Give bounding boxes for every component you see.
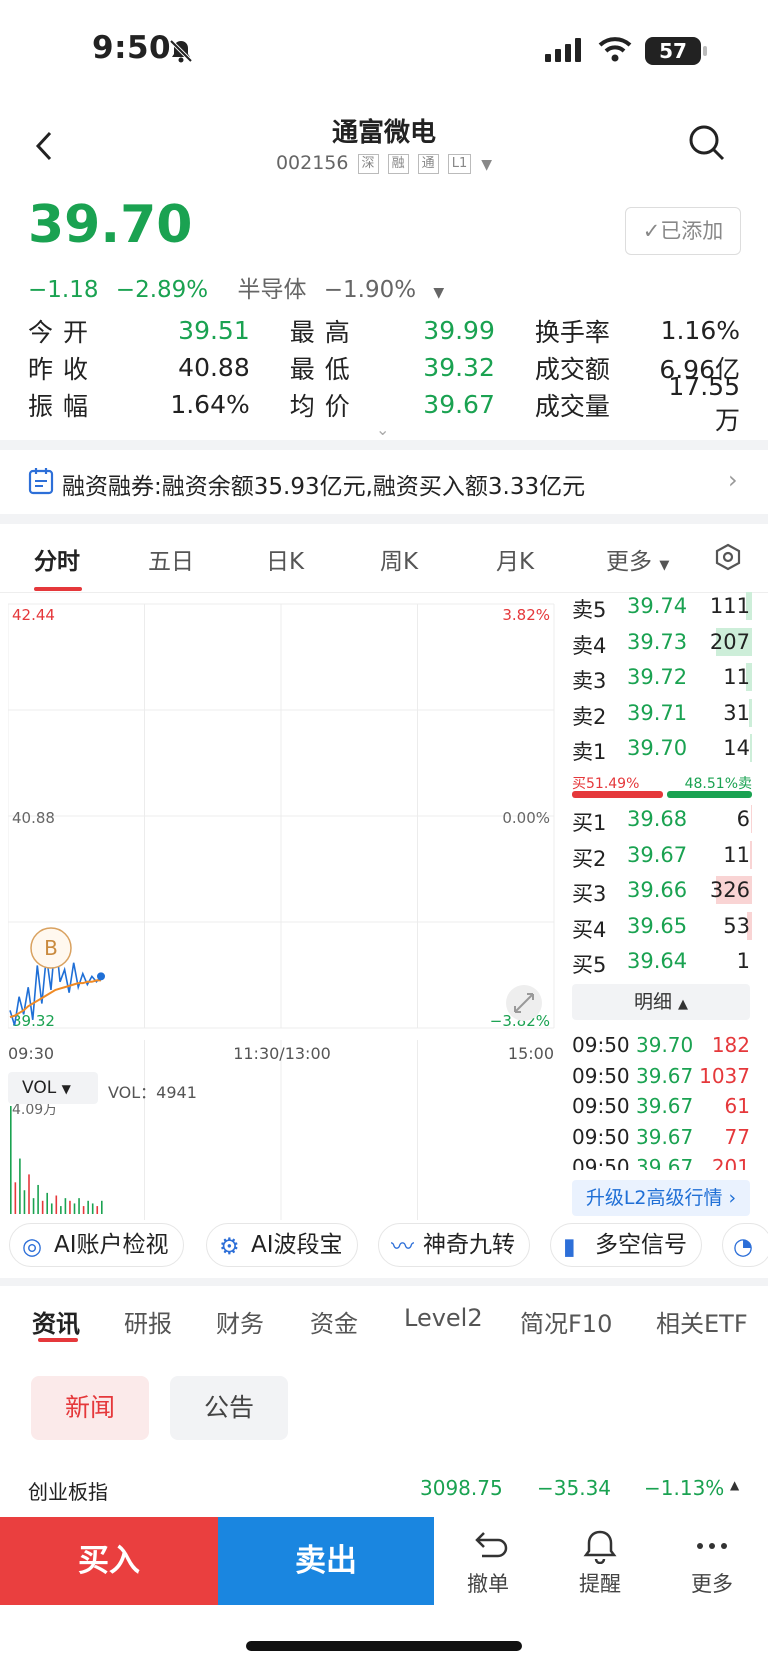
tick-time: 09:50	[572, 1124, 630, 1149]
tick-row: 09:50 39.67 201	[572, 1155, 752, 1170]
tick-volume: 201	[711, 1155, 750, 1170]
tab-f10[interactable]: 简况F10	[520, 1304, 612, 1339]
announcement-pill[interactable]: 公告	[170, 1376, 288, 1440]
index-change: −35.34	[537, 1476, 612, 1500]
tab-news[interactable]: 资讯	[32, 1304, 80, 1339]
undo-arrow-icon	[475, 1532, 508, 1558]
tick-row: 09:50 39.67 77	[572, 1125, 752, 1155]
tick-price: 39.67	[636, 1094, 694, 1118]
pie-chart-icon: ◔	[733, 1234, 754, 1260]
volume-bar	[14, 1182, 17, 1214]
tick-price: 39.67	[636, 1124, 694, 1149]
news-pill[interactable]: 新闻	[31, 1376, 149, 1440]
volume-bar	[60, 1206, 62, 1214]
tick-row: 09:50 39.67 61	[572, 1094, 752, 1124]
volume-bar	[73, 1203, 76, 1214]
tick-volume: 61	[724, 1094, 750, 1118]
volume-bar	[50, 1203, 53, 1214]
sell-button[interactable]: 卖出	[218, 1517, 434, 1605]
tick-price: 39.67	[636, 1155, 694, 1170]
volume-bar	[82, 1206, 85, 1214]
tick-time: 09:50	[572, 1094, 630, 1118]
tab-related-etf[interactable]: 相关ETF	[656, 1304, 748, 1339]
tick-price: 39.67	[636, 1063, 694, 1088]
volume-bar	[41, 1200, 44, 1214]
bar-chart-icon: ▮	[563, 1234, 576, 1260]
volume-bar	[78, 1198, 80, 1214]
cancel-order-button[interactable]: 撤单	[448, 1528, 528, 1598]
news-tab-active-indicator	[38, 1338, 78, 1342]
robot-icon: ⚙	[219, 1234, 240, 1260]
volume-bar	[46, 1192, 48, 1214]
tab-finance[interactable]: 财务	[216, 1304, 264, 1339]
volume-bar	[37, 1184, 39, 1214]
long-short-signal-button[interactable]: ▮ 多空信号	[550, 1223, 702, 1267]
tab-research[interactable]: 研报	[124, 1304, 172, 1339]
ai-swing-button[interactable]: ⚙ AI波段宝	[206, 1223, 358, 1267]
volume-bar	[28, 1174, 30, 1214]
index-name: 创业板指	[28, 1480, 108, 1504]
index-pct: −1.13%	[644, 1476, 725, 1500]
bell-icon	[583, 1530, 617, 1564]
tab-level2[interactable]: Level2	[404, 1304, 483, 1332]
trend-line-icon: 〰	[391, 1234, 414, 1260]
volume-bar	[64, 1198, 67, 1214]
ai-account-review-button[interactable]: ◎ AI账户检视	[9, 1223, 184, 1267]
tick-time: 09:50	[572, 1155, 630, 1170]
tick-volume: 182	[711, 1033, 750, 1057]
volume-bar	[101, 1200, 103, 1214]
magic-nine-button[interactable]: 〰神奇九转	[378, 1223, 530, 1267]
volume-bar	[91, 1203, 94, 1214]
divider	[0, 1278, 768, 1286]
volume-bar	[23, 1190, 26, 1214]
index-ticker-row[interactable]: 创业板指 3098.75 −35.34 −1.13% ▲	[0, 1470, 768, 1510]
tick-row: 09:50 39.67 1037	[572, 1064, 752, 1094]
volume-bar	[32, 1198, 35, 1214]
volume-bar	[96, 1206, 99, 1214]
volume-bar	[87, 1200, 89, 1214]
tick-volume: 77	[724, 1124, 750, 1149]
tick-time: 09:50	[572, 1063, 630, 1088]
pie-chart-tool-button[interactable]: ◔	[722, 1223, 768, 1267]
more-dots-icon	[697, 1543, 727, 1549]
tick-volume: 1037	[699, 1063, 750, 1088]
tick-time: 09:50	[572, 1033, 630, 1057]
alert-button[interactable]: 提醒	[560, 1528, 640, 1598]
upgrade-l2-button[interactable]: 升级L2高级行情 ›	[572, 1180, 750, 1216]
volume-bar	[69, 1200, 71, 1214]
caret-up-icon: ▲	[730, 1478, 740, 1492]
more-button[interactable]: 更多	[672, 1528, 752, 1598]
tab-fund-flow[interactable]: 资金	[310, 1304, 358, 1339]
buy-button[interactable]: 买入	[0, 1517, 218, 1605]
tick-row: 09:50 39.70 182	[572, 1033, 752, 1063]
home-indicator	[246, 1641, 522, 1651]
tick-price: 39.70	[636, 1033, 694, 1057]
volume-bar	[55, 1195, 58, 1214]
eye-scan-icon: ◎	[22, 1234, 43, 1260]
index-value: 3098.75	[420, 1476, 503, 1500]
